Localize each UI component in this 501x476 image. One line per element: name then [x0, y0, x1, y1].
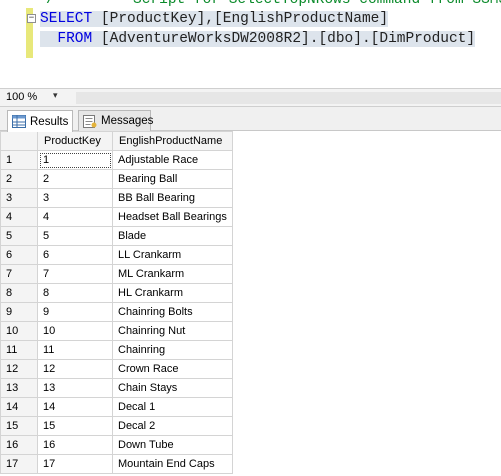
collapse-icon[interactable]: − — [27, 14, 36, 23]
product-name-cell[interactable]: Chainring — [112, 340, 233, 360]
row-number-cell[interactable]: 9 — [0, 302, 38, 322]
row-number-cell[interactable]: 16 — [0, 435, 38, 455]
tab-results[interactable]: Results — [7, 110, 73, 132]
results-table: ProductKey EnglishProductName 1 1 Adjustab… — [0, 131, 233, 474]
table-row[interactable]: 16 16 Down Tube — [0, 435, 233, 455]
product-key-cell[interactable]: 5 — [37, 226, 113, 246]
product-name-cell[interactable]: HL Crankarm — [112, 283, 233, 303]
tab-results-label: Results — [30, 115, 69, 128]
table-row[interactable]: 11 11 Chainring — [0, 340, 233, 360]
table-row[interactable]: 1 1 Adjustable Race — [0, 150, 233, 170]
table-row[interactable]: 10 10 Chainring Nut — [0, 321, 233, 341]
zoom-level[interactable]: 100 % — [6, 91, 37, 103]
row-number-cell[interactable]: 15 — [0, 416, 38, 436]
product-name-cell[interactable]: Adjustable Race — [112, 150, 233, 170]
table-row[interactable]: 12 12 Crown Race — [0, 359, 233, 379]
product-name-cell[interactable]: LL Crankarm — [112, 245, 233, 265]
chevron-down-icon[interactable]: ▾ — [53, 90, 58, 101]
select-columns: [ProductKey],[EnglishProductName] — [100, 11, 389, 27]
results-grid[interactable]: ProductKey EnglishProductName 1 1 Adjustab… — [0, 131, 501, 476]
row-number-header[interactable] — [0, 131, 38, 151]
row-number-cell[interactable]: 7 — [0, 264, 38, 284]
column-header-productkey[interactable]: ProductKey — [37, 131, 113, 151]
tab-messages-label: Messages — [101, 115, 154, 127]
table-row[interactable]: 9 9 Chainring Bolts — [0, 302, 233, 322]
product-name-cell[interactable]: Chainring Bolts — [112, 302, 233, 322]
product-key-cell[interactable]: 4 — [37, 207, 113, 227]
product-name-cell[interactable]: Headset Ball Bearings — [112, 207, 233, 227]
table-row[interactable]: 14 14 Decal 1 — [0, 397, 233, 417]
product-name-cell[interactable]: Decal 1 — [112, 397, 233, 417]
row-number-cell[interactable]: 14 — [0, 397, 38, 417]
row-number-cell[interactable]: 3 — [0, 188, 38, 208]
product-name-cell[interactable]: BB Ball Bearing — [112, 188, 233, 208]
product-name-cell[interactable]: Decal 2 — [112, 416, 233, 436]
code-line-from[interactable]: FROM [AdventureWorksDW2008R2].[dbo].[Dim… — [40, 29, 476, 49]
table-row[interactable]: 17 17 Mountain End Caps — [0, 454, 233, 474]
product-key-cell[interactable]: 11 — [37, 340, 113, 360]
product-name-cell[interactable]: Chainring Nut — [112, 321, 233, 341]
horizontal-scrollbar[interactable] — [76, 92, 501, 104]
row-number-cell[interactable]: 12 — [0, 359, 38, 379]
table-row[interactable]: 15 15 Decal 2 — [0, 416, 233, 436]
product-key-cell[interactable]: 2 — [37, 169, 113, 189]
product-name-cell[interactable]: Down Tube — [112, 435, 233, 455]
row-number-cell[interactable]: 13 — [0, 378, 38, 398]
product-key-cell[interactable]: 14 — [37, 397, 113, 417]
product-key-cell[interactable]: 16 — [37, 435, 113, 455]
from-keyword: FROM — [57, 31, 93, 47]
row-number-cell[interactable]: 5 — [0, 226, 38, 246]
table-row[interactable]: 8 8 HL Crankarm — [0, 283, 233, 303]
table-row[interactable]: 13 13 Chain Stays — [0, 378, 233, 398]
row-number-cell[interactable]: 11 — [0, 340, 38, 360]
code-line-select[interactable]: SELECT [ProductKey],[EnglishProductName] — [40, 9, 389, 29]
product-name-cell[interactable]: Chain Stays — [112, 378, 233, 398]
product-key-cell[interactable]: 13 — [37, 378, 113, 398]
product-key-cell[interactable]: 3 — [37, 188, 113, 208]
product-key-cell[interactable]: 12 — [37, 359, 113, 379]
product-name-cell[interactable]: Mountain End Caps — [112, 454, 233, 474]
row-number-cell[interactable]: 8 — [0, 283, 38, 303]
table-row[interactable]: 4 4 Headset Ball Bearings — [0, 207, 233, 227]
table-row[interactable]: 7 7 ML Crankarm — [0, 264, 233, 284]
zoom-bar: 100 % ▾ — [0, 88, 501, 107]
product-name-cell[interactable]: Blade — [112, 226, 233, 246]
row-number-cell[interactable]: 4 — [0, 207, 38, 227]
row-number-cell[interactable]: 10 — [0, 321, 38, 341]
product-key-cell[interactable]: 17 — [37, 454, 113, 474]
product-name-cell[interactable]: ML Crankarm — [112, 264, 233, 284]
product-name-cell[interactable]: Crown Race — [112, 359, 233, 379]
header-row: ProductKey EnglishProductName — [0, 131, 233, 151]
row-number-cell[interactable]: 6 — [0, 245, 38, 265]
product-key-cell[interactable]: 15 — [37, 416, 113, 436]
product-key-cell[interactable]: 8 — [37, 283, 113, 303]
sql-editor[interactable]: / ****** Script for SelectTopNRows comma… — [0, 0, 501, 88]
row-number-cell[interactable]: 2 — [0, 169, 38, 189]
table-row[interactable]: 5 5 Blade — [0, 226, 233, 246]
messages-icon — [83, 114, 97, 128]
column-header-englishproductname[interactable]: EnglishProductName — [112, 131, 233, 151]
product-key-cell[interactable]: 6 — [37, 245, 113, 265]
product-key-cell[interactable]: 7 — [37, 264, 113, 284]
table-row[interactable]: 2 2 Bearing Ball — [0, 169, 233, 189]
product-key-cell[interactable]: 9 — [37, 302, 113, 322]
product-key-cell[interactable]: 1 — [37, 150, 113, 170]
product-key-cell[interactable]: 10 — [37, 321, 113, 341]
tab-messages[interactable]: Messages — [78, 110, 154, 131]
from-table: [AdventureWorksDW2008R2].[dbo].[DimProdu… — [100, 31, 476, 47]
product-name-cell[interactable]: Bearing Ball — [112, 169, 233, 189]
table-row[interactable]: 6 6 LL Crankarm — [0, 245, 233, 265]
results-tabstrip: Results Messages — [0, 107, 501, 132]
row-number-cell[interactable]: 1 — [0, 150, 38, 170]
row-number-cell[interactable]: 17 — [0, 454, 38, 474]
results-grid-icon — [12, 115, 26, 128]
table-row[interactable]: 3 3 BB Ball Bearing — [0, 188, 233, 208]
select-keyword: SELECT — [40, 11, 93, 27]
